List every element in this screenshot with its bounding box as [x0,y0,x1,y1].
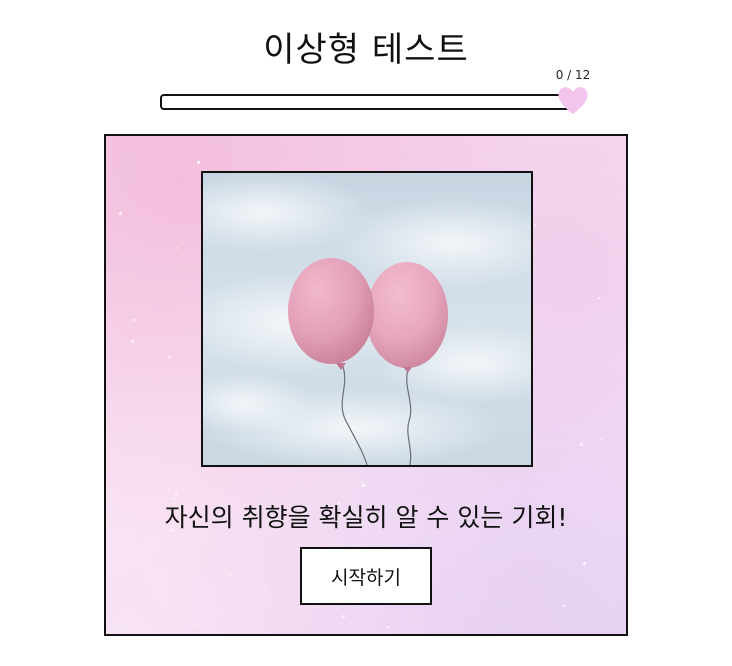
sparkle [579,442,583,446]
sparkle [228,573,231,576]
quiz-page: 이상형 테스트 0 / 12 자신의 취향을 확실히 알 수 있는 기회! 시작… [0,0,732,666]
heart-icon [558,87,588,114]
balloons-photo [203,173,531,465]
page-title: 이상형 테스트 [263,30,469,70]
sparkle [168,355,172,359]
sparkle [342,614,346,618]
sparkle [566,417,568,419]
card-caption: 자신의 취향을 확실히 알 수 있는 기회! [164,503,568,532]
sparkle [193,623,196,626]
sparkle [391,147,393,149]
sparkle [139,312,140,314]
sparkle [132,318,135,321]
sparkle [130,340,134,344]
progress-bar [160,94,572,110]
intro-card: 자신의 취향을 확실히 알 수 있는 기회! 시작하기 [104,134,628,636]
sparkle [597,296,600,299]
sparkle [145,572,147,574]
progress-count: 0 / 12 [555,68,591,82]
sparkle [533,224,536,227]
sparkle [562,605,565,608]
sparkle [360,161,362,163]
sparkle [386,626,389,629]
sparkle [600,390,602,392]
balloons-image [201,171,533,467]
sparkle [175,494,178,497]
sparkle [601,437,604,440]
sparkle [243,609,245,611]
sparkle [192,154,194,156]
sparkle [118,212,122,216]
sparkle [196,160,200,164]
sparkle [276,149,278,151]
sparkle [362,483,366,487]
sparkle [446,566,448,568]
sparkle [176,246,179,249]
start-button[interactable]: 시작하기 [300,547,432,605]
sparkle [583,561,587,565]
sparkle [263,585,266,588]
